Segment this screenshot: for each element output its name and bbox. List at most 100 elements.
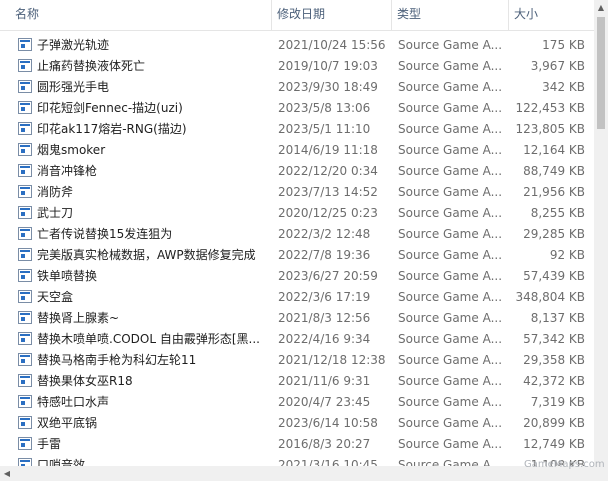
vpk-file-icon: [18, 122, 32, 135]
file-type: Source Game A...: [398, 374, 503, 388]
file-type: Source Game A...: [398, 59, 503, 73]
scroll-up-icon[interactable]: ▲: [594, 0, 608, 16]
file-name: 铁单喷替换: [37, 269, 98, 283]
file-date: 2020/4/7 23:45: [278, 395, 371, 409]
file-date: 2023/5/8 13:06: [278, 101, 371, 115]
file-size: 12,749 KB: [523, 437, 585, 451]
scroll-left-icon[interactable]: ◀: [0, 466, 14, 481]
file-name: 圆形强光手电: [37, 80, 110, 94]
file-row[interactable]: 圆形强光手电 2023/9/30 18:49 Source Game A... 342…: [0, 77, 594, 98]
file-size: 57,439 KB: [523, 269, 585, 283]
file-date: 2023/6/27 20:59: [278, 269, 378, 283]
file-date: 2016/8/3 20:27: [278, 437, 371, 451]
file-size: 122,453 KB: [515, 101, 585, 115]
file-name: 烟鬼smoker: [37, 143, 106, 157]
scroll-thumb[interactable]: [597, 17, 605, 129]
file-type: Source Game A...: [398, 437, 503, 451]
watermark: GameMaps.com: [524, 459, 605, 470]
file-date: 2023/6/14 10:58: [278, 416, 378, 430]
file-type: Source Game A...: [398, 164, 503, 178]
file-size: 29,358 KB: [523, 353, 585, 367]
file-date: 2023/7/13 14:52: [278, 185, 378, 199]
vpk-file-icon: [18, 206, 32, 219]
file-name: 替换果体女巫R18: [37, 374, 133, 388]
vpk-file-icon: [18, 311, 32, 324]
file-size: 348,804 KB: [515, 290, 585, 304]
file-size: 12,164 KB: [523, 143, 585, 157]
file-type: Source Game A...: [398, 206, 503, 220]
file-name: 消防斧: [37, 185, 74, 199]
file-size: 29,285 KB: [523, 227, 585, 241]
file-type: Source Game A...: [398, 101, 503, 115]
file-type: Source Game A...: [398, 38, 503, 52]
file-name: 武士刀: [37, 206, 74, 220]
file-date: 2020/12/25 0:23: [278, 206, 378, 220]
vpk-file-icon: [18, 353, 32, 366]
file-size: 7,319 KB: [530, 395, 585, 409]
file-row[interactable]: 铁单喷替换 2023/6/27 20:59 Source Game A... 57,4…: [0, 266, 594, 287]
file-name: 替换木喷单喷.CODOL 自由霰弹形态[黑...: [37, 332, 260, 346]
vpk-file-icon: [18, 185, 32, 198]
file-row[interactable]: 烟鬼smoker 2014/6/19 11:18 Source Game A... 1…: [0, 140, 594, 161]
horizontal-scrollbar[interactable]: ◀: [0, 466, 594, 481]
file-type: Source Game A...: [398, 332, 503, 346]
file-row[interactable]: 印花短剑Fennec-描边(uzi) 2023/5/8 13:06 Source G…: [0, 98, 594, 119]
file-type: Source Game A...: [398, 143, 503, 157]
file-type: Source Game A...: [398, 290, 503, 304]
column-header-name[interactable]: 名称: [10, 0, 272, 30]
file-row[interactable]: 完美版真实枪械数据，AWP数据修复完成 2022/7/8 19:36 Source …: [0, 245, 594, 266]
file-size: 20,899 KB: [523, 416, 585, 430]
file-date: 2021/8/3 12:56: [278, 311, 371, 325]
file-type: Source Game A...: [398, 122, 503, 136]
file-type: Source Game A...: [398, 395, 503, 409]
file-name: 替换肾上腺素~: [37, 311, 120, 325]
file-name: 手雷: [37, 437, 62, 451]
file-row[interactable]: 消音冲锋枪 2022/12/20 0:34 Source Game A... 88,7…: [0, 161, 594, 182]
file-size: 57,342 KB: [523, 332, 585, 346]
file-date: 2021/10/24 15:56: [278, 38, 386, 52]
vpk-file-icon: [18, 80, 32, 93]
file-row[interactable]: 手雷 2016/8/3 20:27 Source Game A... 12,749 K…: [0, 434, 594, 455]
file-date: 2022/3/6 17:19: [278, 290, 371, 304]
file-row[interactable]: 双绝平底锅 2023/6/14 10:58 Source Game A... 20,8…: [0, 413, 594, 434]
column-header-type[interactable]: 类型: [392, 0, 509, 30]
file-row[interactable]: 替换马格南手枪为科幻左轮11 2021/12/18 12:38 Source Gam…: [0, 350, 594, 371]
file-size: 3,967 KB: [530, 59, 585, 73]
file-list: 子弹激光轨迹 2021/10/24 15:56 Source Game A... 17…: [0, 35, 594, 476]
file-row[interactable]: 武士刀 2020/12/25 0:23 Source Game A... 8,255 …: [0, 203, 594, 224]
file-size: 8,255 KB: [530, 206, 585, 220]
file-type: Source Game A...: [398, 248, 503, 262]
file-row[interactable]: 亡者传说替换15发连狙为 2022/3/2 12:48 Source Game A.…: [0, 224, 594, 245]
file-row[interactable]: 替换肾上腺素~ 2021/8/3 12:56 Source Game A... 8,1…: [0, 308, 594, 329]
column-header-date[interactable]: 修改日期: [272, 0, 392, 30]
vpk-file-icon: [18, 416, 32, 429]
vpk-file-icon: [18, 332, 32, 345]
vpk-file-icon: [18, 59, 32, 72]
vpk-file-icon: [18, 143, 32, 156]
file-type: Source Game A...: [398, 416, 503, 430]
file-row[interactable]: 特感吐口水声 2020/4/7 23:45 Source Game A... 7,31…: [0, 392, 594, 413]
file-name: 双绝平底锅: [37, 416, 98, 430]
file-date: 2021/12/18 12:38: [278, 353, 386, 367]
file-row[interactable]: 天空盒 2022/3/6 17:19 Source Game A... 348,804…: [0, 287, 594, 308]
file-date: 2023/9/30 18:49: [278, 80, 378, 94]
vertical-scrollbar[interactable]: ▲: [594, 0, 608, 481]
column-header-size[interactable]: 大小: [509, 0, 594, 30]
file-size: 123,805 KB: [515, 122, 585, 136]
file-date: 2019/10/7 19:03: [278, 59, 378, 73]
vpk-file-icon: [18, 248, 32, 261]
file-date: 2022/7/8 19:36: [278, 248, 371, 262]
vpk-file-icon: [18, 164, 32, 177]
file-row[interactable]: 子弹激光轨迹 2021/10/24 15:56 Source Game A... 17…: [0, 35, 594, 56]
file-name: 消音冲锋枪: [37, 164, 98, 178]
vpk-file-icon: [18, 269, 32, 282]
file-size: 8,137 KB: [530, 311, 585, 325]
file-row[interactable]: 消防斧 2023/7/13 14:52 Source Game A... 21,956…: [0, 182, 594, 203]
file-size: 342 KB: [542, 80, 585, 94]
file-row[interactable]: 替换木喷单喷.CODOL 自由霰弹形态[黑... 2022/4/16 9:34 So…: [0, 329, 594, 350]
vpk-file-icon: [18, 38, 32, 51]
file-row[interactable]: 印花ak117熔岩-RNG(描边) 2023/5/1 11:10 Source Ga…: [0, 119, 594, 140]
file-row[interactable]: 止痛药替换液体死亡 2019/10/7 19:03 Source Game A...…: [0, 56, 594, 77]
file-name: 印花ak117熔岩-RNG(描边): [37, 122, 187, 136]
file-row[interactable]: 替换果体女巫R18 2021/11/6 9:31 Source Game A... 4…: [0, 371, 594, 392]
